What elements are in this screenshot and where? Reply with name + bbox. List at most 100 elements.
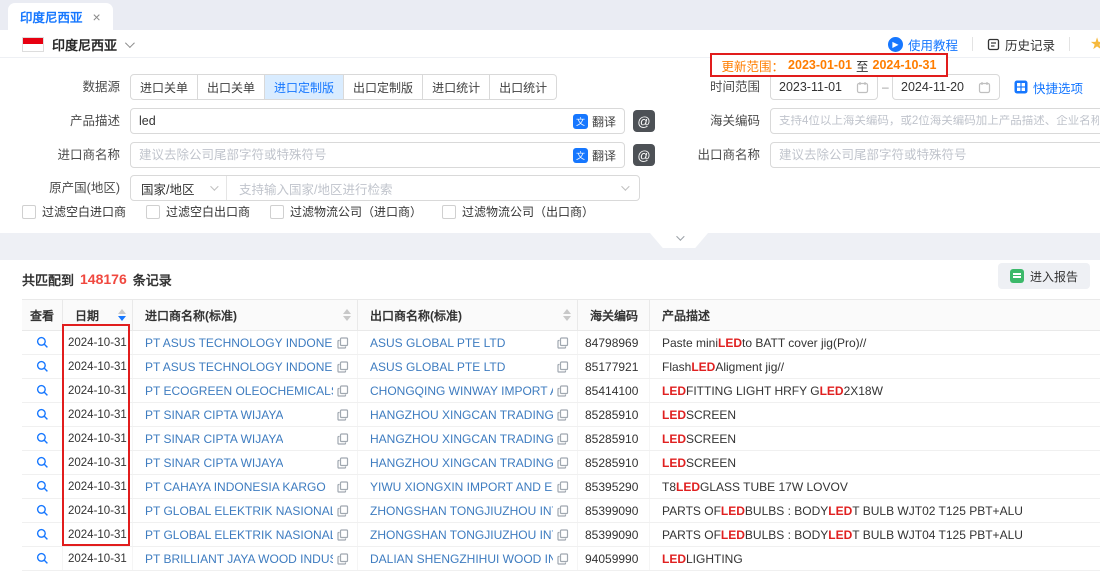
table-row: 2024-10-31 PT BRILLIANT JAYA WOOD INDUST… bbox=[22, 547, 1100, 571]
start-date-input[interactable]: 2023-11-01 bbox=[770, 74, 878, 100]
copy-icon[interactable] bbox=[557, 433, 569, 445]
exporter-link[interactable]: YIWU XIONGXIN IMPORT AND EXPORT... bbox=[370, 480, 553, 494]
exporter-link[interactable]: ZHONGSHAN TONGJIUZHOU INTERNA... bbox=[370, 528, 553, 542]
end-date-input[interactable]: 2024-11-20 bbox=[892, 74, 1000, 100]
filter-blank-importer[interactable]: 过滤空白进口商 bbox=[22, 203, 126, 220]
filter-blank-exporter[interactable]: 过滤空白出口商 bbox=[146, 203, 250, 220]
origin-search-input[interactable]: 支持输入国家/地区进行检索 bbox=[227, 179, 621, 198]
exporter-input[interactable] bbox=[779, 148, 1099, 162]
tab-indonesia[interactable]: 印度尼西亚 × bbox=[8, 3, 113, 30]
filter-logistics-exporter[interactable]: 过滤物流公司（出口商） bbox=[442, 203, 594, 220]
segment-export-custom[interactable]: 出口定制版 bbox=[344, 74, 423, 100]
table-row: 2024-10-31 PT ASUS TECHNOLOGY INDONESIA … bbox=[22, 331, 1100, 355]
column-header-exporter[interactable]: 出口商名称(标准) bbox=[358, 300, 578, 330]
exporter-link[interactable]: ASUS GLOBAL PTE LTD bbox=[370, 336, 505, 350]
country-selector[interactable]: 印度尼西亚 bbox=[22, 30, 132, 58]
exporter-link[interactable]: DALIAN SHENGZHIHUI WOOD INDUST... bbox=[370, 552, 553, 566]
translate-button[interactable]: 文 翻译 bbox=[573, 147, 616, 164]
translate-button[interactable]: 文 翻译 bbox=[573, 113, 616, 130]
exporter-link[interactable]: CHONGQING WINWAY IMPORT AND E... bbox=[370, 384, 553, 398]
copy-icon[interactable] bbox=[557, 361, 569, 373]
hs-code-input[interactable] bbox=[779, 115, 1099, 127]
origin-field: 国家/地区 支持输入国家/地区进行检索 bbox=[130, 175, 640, 201]
copy-icon[interactable] bbox=[557, 529, 569, 541]
filter-logistics-importer[interactable]: 过滤物流公司（进口商） bbox=[270, 203, 422, 220]
copy-icon[interactable] bbox=[337, 337, 349, 349]
exporter-link[interactable]: ASUS GLOBAL PTE LTD bbox=[370, 360, 505, 374]
exporter-link[interactable]: HANGZHOU XINGCAN TRADING CO LTD bbox=[370, 432, 553, 446]
copy-icon[interactable] bbox=[557, 505, 569, 517]
copy-icon[interactable] bbox=[337, 433, 349, 445]
product-desc-input[interactable] bbox=[139, 114, 573, 128]
divider bbox=[972, 37, 973, 51]
exporter-link[interactable]: ZHONGSHAN TONGJIUZHOU INTERNA... bbox=[370, 504, 553, 518]
quick-options-link[interactable]: 快捷选项 bbox=[1014, 74, 1083, 100]
view-icon[interactable] bbox=[36, 504, 49, 517]
table-row: 2024-10-31 PT SINAR CIPTA WIJAYA HANGZHO… bbox=[22, 427, 1100, 451]
sort-icon[interactable] bbox=[118, 309, 126, 321]
view-icon[interactable] bbox=[36, 552, 49, 565]
tutorial-icon: ▶ bbox=[888, 37, 903, 52]
date-cell: 2024-10-31 bbox=[63, 475, 133, 498]
importer-link[interactable]: PT SINAR CIPTA WIJAYA bbox=[145, 456, 283, 470]
exporter-link[interactable]: HANGZHOU XINGCAN TRADING CO LTD bbox=[370, 456, 553, 470]
importer-link[interactable]: PT GLOBAL ELEKTRIK NASIONAL bbox=[145, 528, 333, 542]
copy-icon[interactable] bbox=[557, 553, 569, 565]
table-row: 2024-10-31 PT SINAR CIPTA WIJAYA HANGZHO… bbox=[22, 451, 1100, 475]
origin-type-select[interactable]: 国家/地区 bbox=[131, 176, 227, 200]
copy-icon[interactable] bbox=[557, 481, 569, 493]
copy-icon[interactable] bbox=[557, 457, 569, 469]
column-header-date[interactable]: 日期 bbox=[63, 300, 133, 330]
importer-link[interactable]: PT SINAR CIPTA WIJAYA bbox=[145, 408, 283, 422]
product-desc-cell: LED SCREEN bbox=[650, 403, 1100, 426]
importer-link[interactable]: PT ECOGREEN OLEOCHEMICALS bbox=[145, 384, 333, 398]
copy-icon[interactable] bbox=[337, 553, 349, 565]
favorite-star-icon[interactable]: ★ bbox=[1084, 34, 1100, 54]
copy-icon[interactable] bbox=[557, 385, 569, 397]
importer-link[interactable]: PT SINAR CIPTA WIJAYA bbox=[145, 432, 283, 446]
enter-report-button[interactable]: 进入报告 bbox=[998, 263, 1090, 289]
checkbox[interactable] bbox=[270, 205, 284, 219]
importer-link[interactable]: PT GLOBAL ELEKTRIK NASIONAL bbox=[145, 504, 333, 518]
tutorial-link[interactable]: ▶ 使用教程 bbox=[888, 35, 958, 54]
sort-icon[interactable] bbox=[343, 309, 351, 321]
copy-icon[interactable] bbox=[337, 457, 349, 469]
copy-icon[interactable] bbox=[337, 385, 349, 397]
view-icon[interactable] bbox=[36, 408, 49, 421]
sort-icon[interactable] bbox=[563, 309, 571, 321]
view-icon[interactable] bbox=[36, 528, 49, 541]
segment-import-stats[interactable]: 进口统计 bbox=[423, 74, 490, 100]
view-icon[interactable] bbox=[36, 480, 49, 493]
calendar-icon bbox=[856, 81, 869, 94]
chevron-down-icon bbox=[621, 182, 629, 190]
copy-icon[interactable] bbox=[337, 505, 349, 517]
history-link[interactable]: 历史记录 bbox=[987, 35, 1055, 54]
segment-import-custom[interactable]: 进口定制版 bbox=[265, 74, 344, 100]
exporter-link[interactable]: HANGZHOU XINGCAN TRADING CO LTD bbox=[370, 408, 553, 422]
copy-icon[interactable] bbox=[337, 481, 349, 493]
copy-icon[interactable] bbox=[337, 409, 349, 421]
importer-link[interactable]: PT ASUS TECHNOLOGY INDONESIA BA... bbox=[145, 360, 333, 374]
importer-link[interactable]: PT BRILLIANT JAYA WOOD INDUSTRY bbox=[145, 552, 333, 566]
tab-close-icon[interactable]: × bbox=[93, 10, 101, 24]
checkbox[interactable] bbox=[146, 205, 160, 219]
view-icon[interactable] bbox=[36, 384, 49, 397]
checkbox[interactable] bbox=[22, 205, 36, 219]
copy-icon[interactable] bbox=[337, 529, 349, 541]
importer-link[interactable]: PT ASUS TECHNOLOGY INDONESIA BA... bbox=[145, 336, 333, 350]
view-icon[interactable] bbox=[36, 360, 49, 373]
view-icon[interactable] bbox=[36, 456, 49, 469]
view-icon[interactable] bbox=[36, 432, 49, 445]
copy-icon[interactable] bbox=[557, 337, 569, 349]
copy-icon[interactable] bbox=[557, 409, 569, 421]
segment-import-declaration[interactable]: 进口关单 bbox=[130, 74, 198, 100]
importer-input[interactable] bbox=[139, 148, 573, 162]
column-header-importer[interactable]: 进口商名称(标准) bbox=[133, 300, 358, 330]
segment-export-declaration[interactable]: 出口关单 bbox=[198, 74, 265, 100]
view-icon[interactable] bbox=[36, 336, 49, 349]
importer-link[interactable]: PT CAHAYA INDONESIA KARGO bbox=[145, 480, 326, 494]
checkbox[interactable] bbox=[442, 205, 456, 219]
copy-icon[interactable] bbox=[337, 361, 349, 373]
filter-checkbox-row: 过滤空白进口商 过滤空白出口商 过滤物流公司（进口商） 过滤物流公司（出口商） bbox=[22, 203, 594, 220]
segment-export-stats[interactable]: 出口统计 bbox=[490, 74, 557, 100]
